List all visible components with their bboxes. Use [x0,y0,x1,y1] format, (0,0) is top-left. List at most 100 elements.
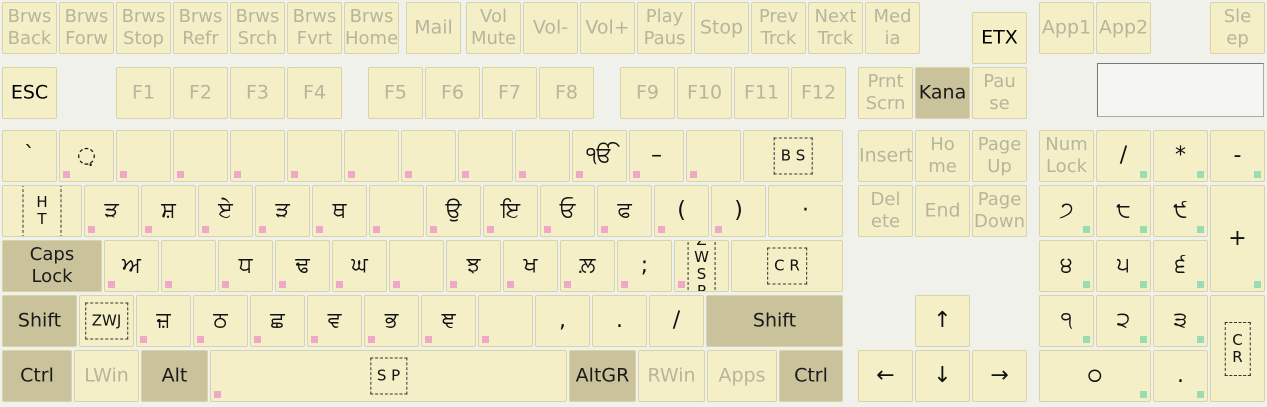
key-page-down[interactable]: Page Down [972,185,1027,237]
key-slash[interactable]: / [649,295,704,347]
key-w[interactable]: ਸ਼ [141,185,196,237]
key-y[interactable] [369,185,424,237]
key-kana[interactable]: Kana [915,67,970,119]
key-num-8[interactable]: ੮ [1096,185,1151,237]
key-brws-srch[interactable]: Brws Srch [230,2,285,54]
key-arrow-right[interactable]: → [972,350,1027,402]
key-x[interactable]: ਠ [193,295,248,347]
key-num-plus[interactable]: + [1210,185,1265,292]
key-lbracket[interactable]: ( [654,185,709,237]
key-prnt-scrn[interactable]: Prnt Scrn [858,67,913,119]
key-insert[interactable]: Insert [858,130,913,182]
key-a[interactable]: ਅ [104,240,159,292]
key-num-enter[interactable]: C R [1210,295,1265,402]
key-f7[interactable]: F7 [482,67,537,119]
key-quote[interactable]: Z W S P [674,240,729,292]
key-arrow-left[interactable]: ← [858,350,913,402]
key-e[interactable]: ਏ [198,185,253,237]
key-prev-trck[interactable]: Prev Trck [751,2,806,54]
key-j[interactable]: ਝ [446,240,501,292]
key-f4[interactable]: F4 [287,67,342,119]
key-backslash[interactable]: · [768,185,843,237]
key-f5[interactable]: F5 [368,67,423,119]
key-rbracket[interactable]: ) [711,185,766,237]
key-f[interactable]: ਢ [275,240,330,292]
key-n[interactable]: ਞ [421,295,476,347]
key-num-1[interactable]: ੧ [1039,295,1094,347]
key-num-decimal[interactable]: . [1153,350,1208,402]
key-brws-refr[interactable]: Brws Refr [173,2,228,54]
key-u[interactable]: ਉ [426,185,481,237]
key-l[interactable]: ਲ਼ [560,240,615,292]
key-lctrl[interactable]: Ctrl [2,350,72,402]
key-8[interactable] [458,130,513,182]
key-v[interactable]: ਵ [307,295,362,347]
key-etx[interactable]: ETX [972,12,1027,64]
key-brws-forw[interactable]: Brws Forw [59,2,114,54]
key-esc[interactable]: ESC [2,67,57,119]
key-app2[interactable]: App2 [1096,2,1151,54]
key-f12[interactable]: F12 [791,67,846,119]
key-rshift[interactable]: Shift [706,295,843,347]
key-rwin[interactable]: RWin [638,350,705,402]
key-lwin[interactable]: LWin [74,350,139,402]
key-sleep[interactable]: Sle ep [1210,2,1265,54]
key-page-up[interactable]: Page Up [972,130,1027,182]
key-num-divide[interactable]: / [1096,130,1151,182]
key-space[interactable]: S P [210,350,567,402]
key-d[interactable]: ਧ [218,240,273,292]
key-stop[interactable]: Stop [694,2,749,54]
key-tab[interactable]: H T [2,185,82,237]
key-num-minus[interactable]: - [1210,130,1265,182]
key-next-trck[interactable]: Next Trck [808,2,863,54]
key-g[interactable]: ਘ [332,240,387,292]
key-equals[interactable] [686,130,741,182]
key-mail[interactable]: Mail [406,2,461,54]
key-arrow-down[interactable]: ↓ [915,350,970,402]
key-brws-back[interactable]: Brws Back [2,2,57,54]
key-5[interactable] [287,130,342,182]
key-backspace[interactable]: B S [743,130,843,182]
key-alt[interactable]: Alt [141,350,208,402]
key-num-9[interactable]: ੯ [1153,185,1208,237]
key-apps[interactable]: Apps [707,350,777,402]
key-end[interactable]: End [915,185,970,237]
key-oem102[interactable]: ZWJ [79,295,134,347]
key-enter[interactable]: C R [731,240,843,292]
key-pause[interactable]: Pau se [972,67,1027,119]
key-o[interactable]: ਓ [540,185,595,237]
key-vol-mute[interactable]: Vol Mute [466,2,521,54]
key-k[interactable]: ਖ [503,240,558,292]
key-play-paus[interactable]: Play Paus [637,2,692,54]
key-backtick[interactable]: ` [2,130,57,182]
key-f8[interactable]: F8 [539,67,594,119]
key-semicolon[interactable]: ; [617,240,672,292]
key-f10[interactable]: F10 [677,67,732,119]
key-vol-up[interactable]: Vol+ [580,2,635,54]
key-f11[interactable]: F11 [734,67,789,119]
key-num-lock[interactable]: Num Lock [1039,130,1094,182]
key-num-6[interactable]: ੬ [1153,240,1208,292]
key-2[interactable] [116,130,171,182]
key-media[interactable]: Med ia [865,2,920,54]
key-f9[interactable]: F9 [620,67,675,119]
key-vol-down[interactable]: Vol- [523,2,578,54]
key-period[interactable]: . [592,295,647,347]
key-rctrl[interactable]: Ctrl [779,350,843,402]
key-7[interactable] [401,130,456,182]
key-9[interactable] [515,130,570,182]
key-brws-stop[interactable]: Brws Stop [116,2,171,54]
key-num-0[interactable]: ੦ [1039,350,1151,402]
key-arrow-up[interactable]: ↑ [915,295,970,347]
key-p[interactable]: ਫ [597,185,652,237]
key-num-2[interactable]: ੨ [1096,295,1151,347]
key-4[interactable] [230,130,285,182]
key-i[interactable]: ਇ [483,185,538,237]
key-3[interactable] [173,130,228,182]
key-comma[interactable]: , [535,295,590,347]
key-r[interactable]: ੜ [255,185,310,237]
key-num-4[interactable]: ੪ [1039,240,1094,292]
key-num-3[interactable]: ੩ [1153,295,1208,347]
key-z[interactable]: ਜ਼ [136,295,191,347]
key-num-5[interactable]: ੫ [1096,240,1151,292]
